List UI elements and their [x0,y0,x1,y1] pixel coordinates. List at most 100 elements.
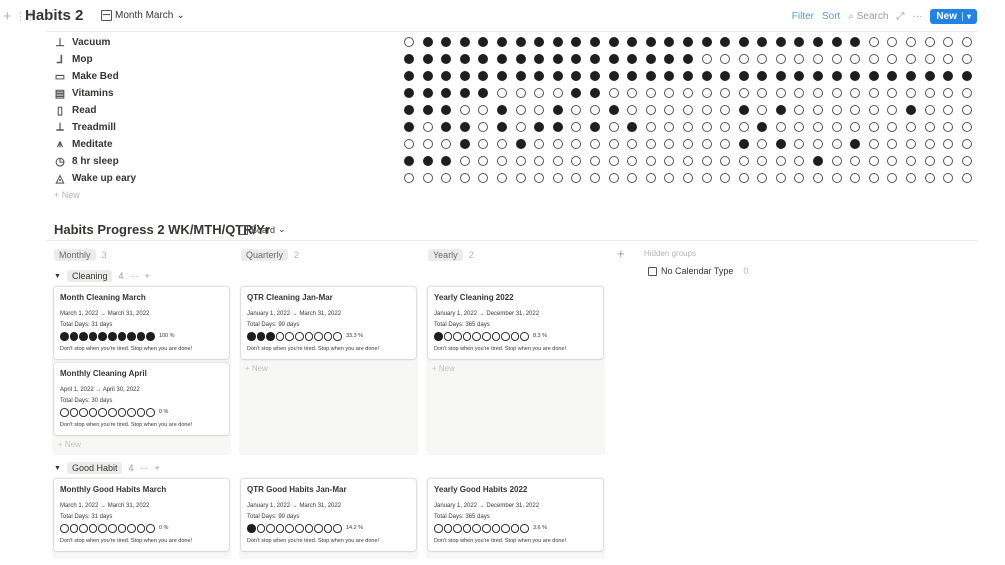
triangle-down-icon[interactable]: ▼ [54,273,61,280]
day-checkbox[interactable] [422,71,433,81]
day-checkbox[interactable] [682,139,693,149]
habit-name[interactable]: ▯ Read [54,104,404,117]
day-checkbox[interactable] [664,105,675,115]
day-checkbox[interactable] [906,122,917,132]
day-checkbox[interactable] [589,71,600,81]
day-checkbox[interactable] [813,139,824,149]
day-checkbox[interactable] [589,105,600,115]
day-checkbox[interactable] [682,88,693,98]
day-checkbox[interactable] [534,71,545,81]
day-checkbox[interactable] [720,71,731,81]
day-checkbox[interactable] [459,54,470,64]
day-checkbox[interactable] [757,156,768,166]
day-checkbox[interactable] [571,88,582,98]
day-checkbox[interactable] [720,105,731,115]
day-checkbox[interactable] [868,54,879,64]
day-checkbox[interactable] [850,88,861,98]
habit-name[interactable]: ⊥ Vacuum [54,36,404,49]
view-switcher[interactable]: Month March ⌄ [101,10,185,21]
day-checkbox[interactable] [682,37,693,47]
day-checkbox[interactable] [943,139,954,149]
day-checkbox[interactable] [422,88,433,98]
day-checkbox[interactable] [943,71,954,81]
habit-name[interactable]: ◷ 8 hr sleep [54,155,404,168]
day-checkbox[interactable] [441,105,452,115]
day-checkbox[interactable] [515,37,526,47]
habit-row[interactable]: ⟂ Treadmill [54,119,979,136]
day-checkbox[interactable] [571,54,582,64]
habit-name[interactable]: ▭ Make Bed [54,70,404,83]
day-checkbox[interactable] [664,156,675,166]
day-checkbox[interactable] [664,71,675,81]
day-checkbox[interactable] [589,156,600,166]
day-checkbox[interactable] [608,88,619,98]
day-checkbox[interactable] [757,71,768,81]
day-checkbox[interactable] [478,156,489,166]
day-checkbox[interactable] [459,105,470,115]
day-checkbox[interactable] [775,37,786,47]
expand-icon[interactable]: ⤢ [896,11,904,22]
day-checkbox[interactable] [775,122,786,132]
day-checkbox[interactable] [887,122,898,132]
day-checkbox[interactable] [515,173,526,183]
day-checkbox[interactable] [943,156,954,166]
day-checkbox[interactable] [459,71,470,81]
day-checkbox[interactable] [906,88,917,98]
day-checkbox[interactable] [868,88,879,98]
day-checkbox[interactable] [794,173,805,183]
day-checkbox[interactable] [738,54,749,64]
day-checkbox[interactable] [924,122,935,132]
day-checkbox[interactable] [813,54,824,64]
day-checkbox[interactable] [627,54,638,64]
day-checkbox[interactable] [701,173,712,183]
day-checkbox[interactable] [906,37,917,47]
day-checkbox[interactable] [924,88,935,98]
new-card-button[interactable]: + New [58,440,81,449]
day-checkbox[interactable] [831,88,842,98]
day-checkbox[interactable] [496,139,507,149]
column-header[interactable]: Quarterly 2 [241,247,299,263]
day-checkbox[interactable] [404,37,414,47]
day-checkbox[interactable] [943,105,954,115]
day-checkbox[interactable] [552,105,563,115]
day-checkbox[interactable] [868,122,879,132]
day-checkbox[interactable] [831,71,842,81]
day-checkbox[interactable] [775,88,786,98]
day-checkbox[interactable] [627,173,638,183]
day-checkbox[interactable] [738,122,749,132]
habit-row[interactable]: ◷ 8 hr sleep [54,153,979,170]
day-checkbox[interactable] [794,105,805,115]
day-checkbox[interactable] [645,156,656,166]
day-checkbox[interactable] [627,71,638,81]
day-checkbox[interactable] [887,156,898,166]
day-checkbox[interactable] [422,105,433,115]
day-checkbox[interactable] [664,54,675,64]
day-checkbox[interactable] [831,173,842,183]
day-checkbox[interactable] [534,173,545,183]
day-checkbox[interactable] [831,156,842,166]
day-checkbox[interactable] [887,139,898,149]
day-checkbox[interactable] [775,173,786,183]
day-checkbox[interactable] [757,173,768,183]
day-checkbox[interactable] [738,139,749,149]
day-checkbox[interactable] [682,156,693,166]
day-checkbox[interactable] [757,139,768,149]
day-checkbox[interactable] [441,71,452,81]
day-checkbox[interactable] [608,105,619,115]
chevron-down-icon[interactable]: ▾ [961,12,971,21]
day-checkbox[interactable] [645,71,656,81]
day-checkbox[interactable] [906,71,917,81]
day-checkbox[interactable] [441,88,452,98]
sort-button[interactable]: Sort [822,11,840,22]
day-checkbox[interactable] [645,173,656,183]
day-checkbox[interactable] [552,54,563,64]
day-checkbox[interactable] [961,156,972,166]
day-checkbox[interactable] [496,156,507,166]
day-checkbox[interactable] [682,122,693,132]
day-checkbox[interactable] [534,54,545,64]
day-checkbox[interactable] [496,105,507,115]
habit-row[interactable]: ▯ Read [54,102,979,119]
day-checkbox[interactable] [720,156,731,166]
search-button[interactable]: ⌕ Search [848,11,888,22]
day-checkbox[interactable] [961,88,972,98]
